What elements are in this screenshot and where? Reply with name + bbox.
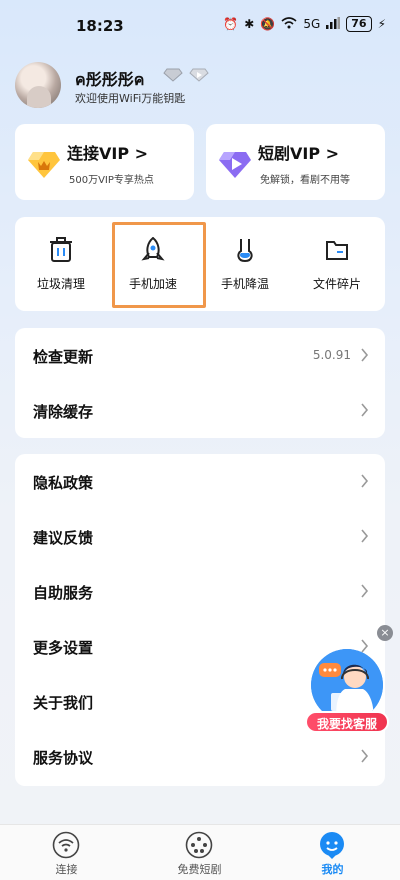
- chevron-right-icon: [361, 403, 369, 417]
- gold-crown-diamond-icon: [28, 152, 60, 178]
- welcome-text: 欢迎使用WiFi万能钥匙: [75, 92, 186, 105]
- tool-file-fragments[interactable]: 文件碎片: [291, 217, 383, 311]
- chevron-right-icon: [361, 474, 369, 488]
- close-icon[interactable]: ×: [377, 625, 393, 641]
- row-label: 更多设置: [33, 639, 94, 657]
- film-reel-icon: [185, 831, 213, 859]
- connect-vip-card[interactable]: 连接VIP > 500万VIP专享热点: [15, 124, 194, 200]
- settings-group-update: 检查更新 5.0.91 清除缓存: [15, 328, 385, 438]
- chevron-right-icon: [361, 529, 369, 543]
- signal-icon: [326, 16, 341, 32]
- check-update-row[interactable]: 检查更新 5.0.91: [15, 328, 385, 383]
- find-service-button[interactable]: 我要找客服: [305, 711, 389, 733]
- bluetooth-icon: ✱: [244, 17, 255, 31]
- purple-play-diamond-icon: [219, 152, 251, 178]
- drama-vip-title: 短剧VIP >: [258, 144, 340, 163]
- tab-label: 连接: [55, 863, 78, 876]
- tool-label: 垃圾清理: [36, 277, 85, 291]
- connect-vip-title: 连接VIP >: [67, 144, 149, 163]
- privacy-policy-row[interactable]: 隐私政策: [15, 454, 385, 509]
- wifi-icon: [52, 831, 80, 859]
- avatar[interactable]: [15, 62, 61, 108]
- network-type: 5G: [303, 17, 321, 31]
- battery-indicator: 76: [346, 16, 372, 32]
- row-label: 检查更新: [33, 348, 94, 366]
- bottom-tab-bar: 连接 免费短剧 我的: [0, 824, 400, 880]
- chevron-right-icon: [361, 584, 369, 598]
- row-label: 建议反馈: [33, 529, 94, 547]
- username: ค彤彤彤ค: [75, 70, 145, 89]
- alarm-icon: ⏰: [223, 17, 239, 31]
- trash-icon: [50, 237, 72, 262]
- row-label: 服务协议: [33, 749, 94, 767]
- chevron-right-icon: [361, 348, 369, 362]
- row-label: 清除缓存: [33, 403, 94, 421]
- status-bar: 18:23 ⏰ ✱ 🔕 5G 76 ⚡: [0, 0, 400, 48]
- settings-group-info: 隐私政策 建议反馈 自助服务 更多设置 关于我们 服务协议: [15, 454, 385, 786]
- drama-vip-card[interactable]: 短剧VIP > 免解锁，看剧不用等: [206, 124, 385, 200]
- tab-label: 免费短剧: [177, 863, 222, 876]
- tool-trash-cleanup[interactable]: 垃圾清理: [15, 217, 107, 311]
- row-label: 隐私政策: [33, 474, 94, 492]
- tab-label: 我的: [321, 863, 344, 876]
- row-label: 自助服务: [33, 584, 94, 602]
- profile-header[interactable]: ค彤彤彤ค 欢迎使用WiFi万能钥匙: [15, 62, 385, 108]
- diamond-badge-icon: [163, 68, 183, 82]
- chevron-right-icon: [361, 749, 369, 763]
- status-time: 18:23: [76, 17, 124, 35]
- folder-icon: [326, 241, 348, 260]
- tab-free-drama[interactable]: 免费短剧: [133, 825, 266, 880]
- tool-label: 手机降温: [220, 277, 269, 291]
- drama-vip-subtitle: 免解锁，看剧不用等: [260, 175, 350, 186]
- feedback-row[interactable]: 建议反馈: [15, 509, 385, 564]
- wifi-status-icon: [281, 16, 297, 32]
- thermometer-icon: [237, 239, 253, 263]
- customer-service-float[interactable]: × 我要找客服: [305, 625, 393, 735]
- clear-cache-row[interactable]: 清除缓存: [15, 383, 385, 438]
- connect-vip-subtitle: 500万VIP专享热点: [69, 175, 154, 186]
- service-agreement-row[interactable]: 服务协议: [15, 729, 385, 784]
- row-label: 关于我们: [33, 694, 94, 712]
- selection-highlight: [112, 222, 206, 308]
- tab-connect[interactable]: 连接: [0, 825, 133, 880]
- profile-icon: [320, 832, 344, 859]
- status-icons: ⏰ ✱ 🔕 5G 76 ⚡: [223, 16, 386, 32]
- self-service-row[interactable]: 自助服务: [15, 564, 385, 619]
- tool-phone-cooldown[interactable]: 手机降温: [199, 217, 291, 311]
- play-badge-icon: [189, 68, 209, 82]
- version-value: 5.0.91: [312, 348, 351, 362]
- tool-label: 文件碎片: [312, 277, 361, 291]
- mute-icon: 🔕: [260, 17, 276, 31]
- tab-mine[interactable]: 我的: [266, 825, 399, 880]
- charging-icon: ⚡: [377, 17, 386, 31]
